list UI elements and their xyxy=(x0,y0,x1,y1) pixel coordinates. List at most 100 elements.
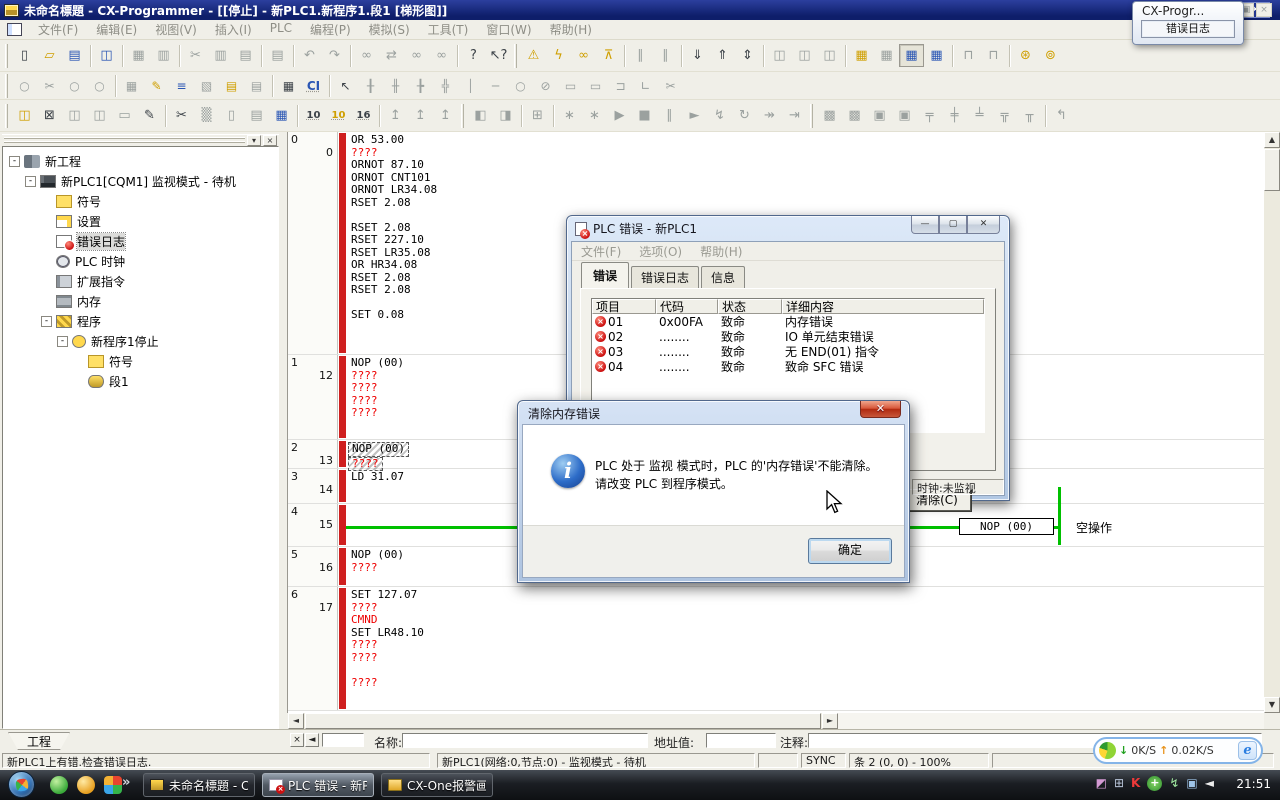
error-row[interactable]: ×04........致命致命 SFC 错误 xyxy=(592,359,984,374)
toolbar-button[interactable]: 10 xyxy=(301,104,326,127)
column-header[interactable]: 项目 xyxy=(592,299,656,314)
toolbar-button[interactable]: ▧ xyxy=(194,75,219,96)
toolbar-button[interactable]: ▒ xyxy=(194,104,219,127)
toolbar-button[interactable]: ∞ xyxy=(404,44,429,67)
horizontal-scrollbar[interactable]: ◄ ► xyxy=(288,713,838,729)
toolbar-grip[interactable] xyxy=(810,104,813,128)
menu-item[interactable]: 工具(T) xyxy=(419,21,478,38)
tab-project[interactable]: 工程 xyxy=(8,732,70,750)
toolbar-button[interactable]: ╬ xyxy=(433,75,458,96)
panel-dropdown-icon[interactable]: ▾ xyxy=(247,135,261,146)
menu-item[interactable]: 插入(I) xyxy=(206,21,261,38)
dialog-menu-item[interactable]: 帮助(H) xyxy=(691,243,751,260)
toolbar-button[interactable]: ⊓ xyxy=(981,44,1006,67)
toolbar-button[interactable]: ▦ xyxy=(899,44,924,67)
scrollbar-thumb[interactable] xyxy=(1264,149,1280,191)
tree-item-section1[interactable]: 段1 xyxy=(3,371,278,391)
scroll-up-icon[interactable]: ▲ xyxy=(1264,132,1280,148)
toolbar-button[interactable]: ▯ xyxy=(12,44,37,67)
tree-item-new-program1[interactable]: -新程序1停止 xyxy=(3,331,278,351)
tray-ime-icon[interactable]: ⊞ xyxy=(1114,775,1124,792)
toolbar-button[interactable]: ▤ xyxy=(62,44,87,67)
toolbar-grip[interactable] xyxy=(461,104,464,128)
toolbar-button[interactable]: ▦ xyxy=(924,44,949,67)
toolbar-button[interactable]: ϟ xyxy=(546,44,571,67)
toolbar-button[interactable]: ⇓ xyxy=(685,44,710,67)
menu-item[interactable]: 视图(V) xyxy=(146,21,206,38)
quick-launch-360-icon[interactable] xyxy=(77,776,95,794)
toolbar-button[interactable]: ╫ xyxy=(383,75,408,96)
toolbar-button[interactable]: ▣ xyxy=(867,104,892,127)
toolbar-button[interactable]: ↷ xyxy=(322,44,347,67)
panel-close-icon[interactable]: × xyxy=(263,135,277,146)
toolbar-button[interactable]: ▤ xyxy=(219,75,244,96)
toolbar-button[interactable]: ✂ xyxy=(169,104,194,127)
toolbar-button[interactable]: ▤ xyxy=(244,75,269,96)
expand-box-icon[interactable]: - xyxy=(41,316,52,327)
tree-item-plc-clock[interactable]: PLC 时钟 xyxy=(3,251,278,271)
toolbar-button[interactable]: ✎ xyxy=(144,75,169,96)
toolbar-button[interactable]: ↯ xyxy=(707,104,732,127)
toolbar-button[interactable]: ▣ xyxy=(892,104,917,127)
scroll-down-icon[interactable]: ▼ xyxy=(1264,697,1280,713)
toolbar-button[interactable]: ◨ xyxy=(493,104,518,127)
toolbar-button[interactable]: ╥ xyxy=(1017,104,1042,127)
toolbar-button[interactable]: ⚠ xyxy=(521,44,546,67)
toolbar-button[interactable]: ▭ xyxy=(112,104,137,127)
toolbar-button[interactable]: ∥ xyxy=(657,104,682,127)
menu-item[interactable]: 编程(P) xyxy=(301,21,360,38)
tray-antivirus-icon[interactable]: K xyxy=(1131,775,1140,792)
toolbar-button[interactable]: ▯ xyxy=(219,104,244,127)
taskbar-button[interactable]: 未命名標題 - CX-Pr... xyxy=(143,773,255,797)
ladder-rung-6[interactable]: 617SET 127.07????CMNDSET LR48.10????????… xyxy=(288,587,1264,711)
quick-launch-apps-icon[interactable] xyxy=(104,776,122,794)
quick-launch-chevron-icon[interactable]: » xyxy=(122,775,130,790)
scroll-left-icon[interactable]: ◄ xyxy=(288,713,304,729)
toolbar-button[interactable]: ⊓ xyxy=(956,44,981,67)
fields-back-button[interactable]: ◄ xyxy=(305,733,319,747)
toolbar-button[interactable]: ✂ xyxy=(37,75,62,96)
toolbar-button[interactable]: CI xyxy=(301,75,326,96)
toolbar-button[interactable]: ↖? xyxy=(486,44,511,67)
ok-button[interactable]: 确定 xyxy=(808,538,892,564)
toolbar-button[interactable]: ↥ xyxy=(383,104,408,127)
toolbar-button[interactable]: ↰ xyxy=(1049,104,1074,127)
toolbar-button[interactable]: ⊘ xyxy=(533,75,558,96)
toolbar-button[interactable]: ◫ xyxy=(767,44,792,67)
quick-launch-browser-icon[interactable] xyxy=(50,776,68,794)
tray-graphics-icon[interactable]: ◩ xyxy=(1096,775,1107,792)
toolbar-button[interactable]: ▶ xyxy=(607,104,632,127)
toolbar-button[interactable]: ◫ xyxy=(87,104,112,127)
toolbar-button[interactable]: ✎ xyxy=(137,104,162,127)
column-header[interactable]: 详细内容 xyxy=(782,299,984,314)
menu-item[interactable]: PLC xyxy=(261,21,301,38)
toolbar-button[interactable]: ∥ xyxy=(653,44,678,67)
tree-item-new-plc1[interactable]: -新PLC1[CQM1] 监视模式 - 待机 xyxy=(3,171,278,191)
net-speed-widget[interactable]: ↓ 0K/S ↑ 0.02K/S e xyxy=(1093,737,1263,764)
toolbar-button[interactable]: ✂ xyxy=(183,44,208,67)
address-input[interactable] xyxy=(706,733,776,748)
tree-item-error-log[interactable]: 错误日志 xyxy=(3,231,278,251)
toolbar-grip[interactable] xyxy=(5,74,8,98)
name-input[interactable] xyxy=(402,733,648,748)
fields-close-button[interactable]: × xyxy=(290,733,304,747)
toolbar-button[interactable]: ○ xyxy=(508,75,533,96)
toolbar-button[interactable]: ⇕ xyxy=(735,44,760,67)
toolbar-grip[interactable] xyxy=(514,44,517,68)
menu-item[interactable]: 编辑(E) xyxy=(87,21,146,38)
toolbar-button[interactable]: ▥ xyxy=(151,44,176,67)
toolbar-button[interactable]: ◫ xyxy=(62,104,87,127)
toolbar-button[interactable]: ▤ xyxy=(244,104,269,127)
toolbar-button[interactable]: ∗ xyxy=(557,104,582,127)
tray-power-icon[interactable]: ↯ xyxy=(1169,775,1179,792)
menu-item[interactable]: 窗口(W) xyxy=(477,21,540,38)
mdi-close-button[interactable]: × xyxy=(1256,3,1272,17)
dialog-minimize-button[interactable]: — xyxy=(911,216,939,234)
tray-network-icon[interactable]: ▣ xyxy=(1186,775,1197,792)
toolbar-button[interactable]: ≡ xyxy=(169,75,194,96)
mdi-child-icon[interactable] xyxy=(7,23,22,36)
toolbar-button[interactable]: ↥ xyxy=(433,104,458,127)
taskbar-button[interactable]: PLC 错误 - 新PLC1 xyxy=(262,773,374,797)
ie-browser-icon[interactable]: e xyxy=(1238,741,1257,760)
toolbar-button[interactable]: ► xyxy=(682,104,707,127)
